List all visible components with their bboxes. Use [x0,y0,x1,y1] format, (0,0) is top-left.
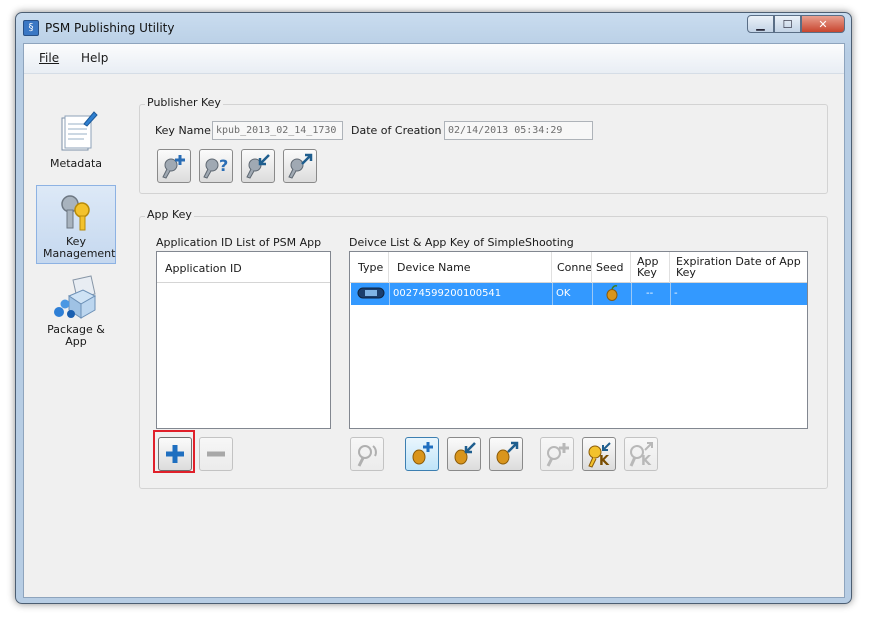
export-publisher-key-button[interactable] [283,149,317,183]
svg-text:?: ? [219,156,228,175]
date-of-creation-field[interactable]: 02/14/2013 05:34:29 [444,121,593,140]
minimize-button[interactable]: ▁ [747,15,774,33]
metadata-icon [61,111,98,151]
connection-cell: OK [553,283,593,305]
nav-package-app-label: Package & App [47,323,105,348]
create-app-key-icon [546,443,569,467]
device-type-cell [351,283,390,305]
column-seed[interactable]: Seed [592,252,631,283]
column-connection[interactable]: Conne [552,252,592,283]
title-bar: § PSM Publishing Utility ▁ ☐ ✕ [16,13,851,43]
device-row[interactable]: 00274599200100541 OK -- - [351,283,807,305]
key-name-label: Key Name [155,124,211,137]
svg-text:K: K [641,454,652,468]
seed-icon [606,285,618,301]
create-publisher-key-button[interactable] [157,149,191,183]
application-id-list[interactable]: Application ID [156,251,331,429]
remove-application-id-button[interactable] [199,437,233,471]
export-app-key-button[interactable]: K [624,437,658,471]
expiration-cell: - [674,288,678,299]
device-name-cell: 00274599200100541 [390,283,553,305]
device-list-label: Deivce List & App Key of SimpleShooting [349,236,574,249]
key-name-field[interactable]: kpub_2013_02_14_1730 [212,121,343,140]
application-id-column-header[interactable]: Application ID [157,252,330,283]
nav-metadata[interactable]: Metadata [36,110,116,170]
export-app-key-icon: K [629,442,653,468]
package-app-icon [54,275,97,319]
check-publisher-key-button[interactable]: ? [199,149,233,183]
nav-key-management-label: Key Management [43,235,116,260]
import-app-key-button[interactable]: K [582,437,616,471]
app-logo-icon: § [23,20,39,36]
create-seed-button[interactable] [405,437,439,471]
column-type[interactable]: Type [350,252,389,283]
import-publisher-key-button[interactable] [241,149,275,183]
psvita-icon [357,287,385,299]
device-list-header: Type Device Name Conne Seed App Key Expi… [350,252,807,283]
menu-help[interactable]: Help [81,51,108,65]
nav-key-management[interactable]: Key Management [36,185,116,264]
key-management-icon [61,195,90,231]
app-key-group: App Key Application ID List of PSM App A… [139,208,828,489]
window-title: PSM Publishing Utility [45,21,175,35]
create-key-icon [162,155,185,179]
minus-icon [207,451,225,457]
publisher-key-group-label: Publisher Key [145,96,223,109]
maximize-button[interactable]: ☐ [774,15,801,33]
app-key-group-label: App Key [145,208,194,221]
import-seed-icon [454,442,476,465]
create-app-key-button[interactable] [540,437,574,471]
refresh-key-icon [357,445,377,467]
create-seed-icon [412,442,433,465]
column-app-key[interactable]: App Key [631,252,670,283]
export-seed-button[interactable] [489,437,523,471]
menu-file[interactable]: File [39,51,59,65]
export-key-icon [288,153,313,179]
menu-help-label: Help [81,51,109,65]
check-key-icon: ? [203,156,228,179]
application-id-list-label: Application ID List of PSM App [156,236,322,249]
app-window: § PSM Publishing Utility ▁ ☐ ✕ File Help… [15,12,852,604]
export-seed-icon [496,441,519,465]
publisher-key-group: Publisher Key Key Name kpub_2013_02_14_1… [139,96,828,194]
import-app-key-icon: K [588,442,611,468]
highlight-box [153,430,195,473]
import-key-icon [246,154,270,179]
app-key-cell: -- [632,283,671,305]
seed-cell [593,283,632,305]
svg-text:K: K [599,454,610,468]
window-controls: ▁ ☐ ✕ [747,15,845,33]
refresh-devices-button[interactable] [350,437,384,471]
close-button[interactable]: ✕ [801,15,845,33]
menu-bar: File Help [24,44,844,74]
date-of-creation-label: Date of Creation [351,124,442,137]
import-seed-button[interactable] [447,437,481,471]
menu-file-label: File [39,51,60,65]
device-list[interactable]: Type Device Name Conne Seed App Key Expi… [349,251,808,429]
column-expiration-date[interactable]: Expiration Date of App Key [670,252,807,283]
nav-metadata-label: Metadata [49,157,103,170]
nav-package-app[interactable]: Package & App [36,274,116,348]
client-area: File Help Metadata Key Management Packag… [23,43,845,598]
column-device-name[interactable]: Device Name [389,252,552,283]
